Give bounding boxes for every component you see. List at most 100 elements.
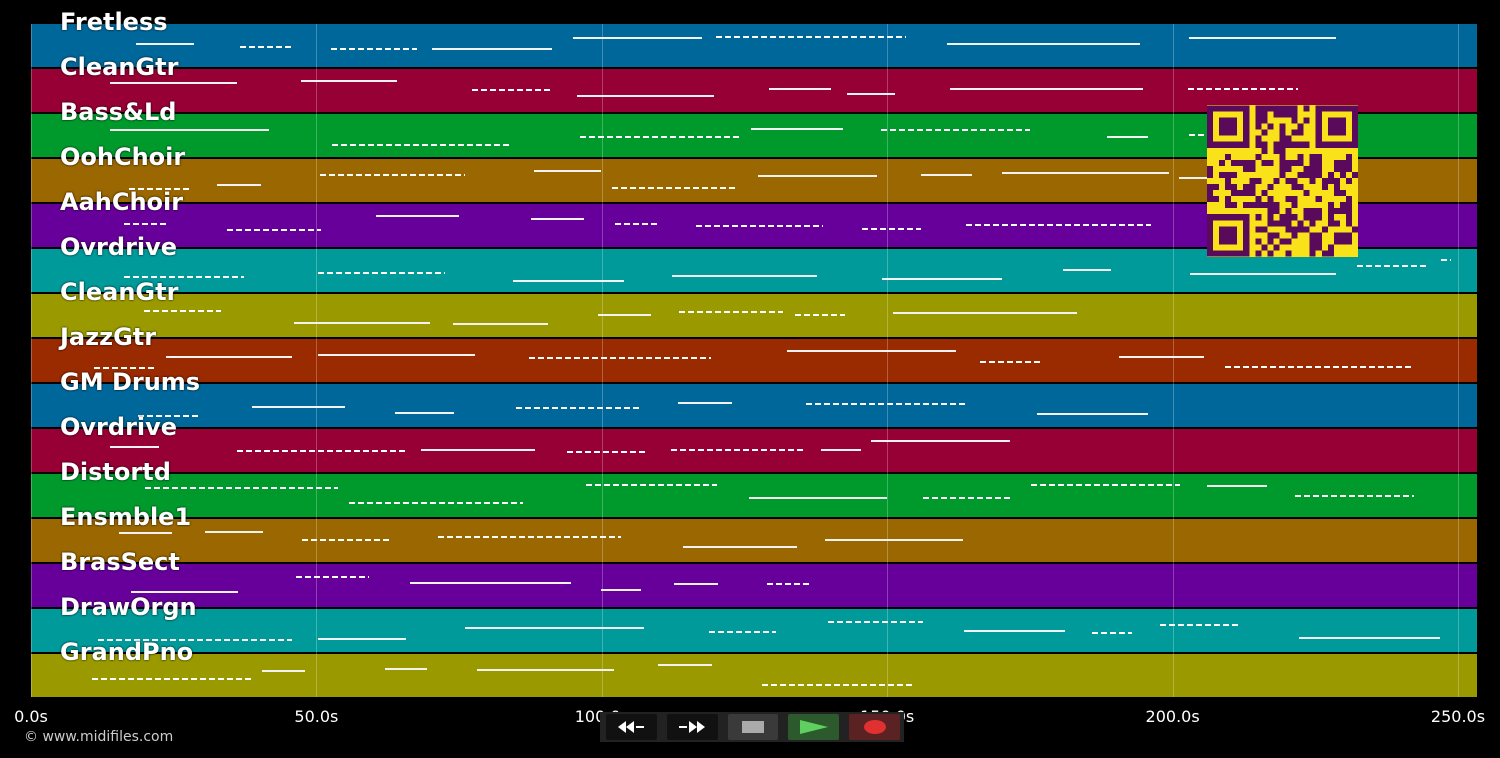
note-sequence <box>1187 88 1298 90</box>
note-sequence <box>597 314 652 316</box>
note-sequence <box>143 310 221 312</box>
track-label: Ensmble1 <box>60 503 192 531</box>
track-label: AahChoir <box>60 188 184 216</box>
note-sequence <box>673 583 719 585</box>
note-sequence <box>1357 265 1430 267</box>
note-sequence <box>678 311 784 313</box>
note-sequence <box>601 589 642 591</box>
note-sequence <box>1062 269 1111 271</box>
note-sequence <box>452 323 548 325</box>
note-sequence <box>1037 413 1148 415</box>
note-sequence <box>696 225 823 227</box>
note-sequence <box>1159 624 1239 626</box>
transport-controls <box>600 712 904 742</box>
note-sequence <box>332 144 510 146</box>
note-sequence <box>881 278 1002 280</box>
note-sequence <box>331 48 417 50</box>
track-lane[interactable] <box>31 564 1477 609</box>
fast-forward-button[interactable] <box>666 714 718 740</box>
note-sequence <box>1440 259 1451 261</box>
note-sequence <box>394 412 455 414</box>
note-sequence <box>1030 484 1181 486</box>
note-sequence <box>513 280 624 282</box>
note-sequence <box>124 223 166 225</box>
note-sequence <box>165 356 292 358</box>
piano-roll-view: Fretless CleanGtr Bass&Ld OohChoir AahChoir O… <box>0 0 1500 758</box>
note-sequence <box>612 187 738 189</box>
note-sequence <box>862 228 922 230</box>
note-sequence <box>464 627 644 629</box>
note-sequence <box>824 539 964 541</box>
track-lane[interactable] <box>31 24 1477 69</box>
rewind-button[interactable] <box>606 714 657 740</box>
note-sequence <box>572 37 703 39</box>
note-sequence <box>980 361 1042 363</box>
note-sequence <box>748 497 888 499</box>
track-label: CleanGtr <box>60 53 179 81</box>
note-sequence <box>110 446 159 448</box>
note-sequence <box>715 36 907 38</box>
note-sequence <box>1207 485 1267 487</box>
track-label: Ovrdrive <box>60 413 178 441</box>
track-lane[interactable] <box>31 339 1477 384</box>
note-sequence <box>580 136 740 138</box>
track-label: Bass&Ld <box>60 98 177 126</box>
note-sequence <box>294 322 431 324</box>
note-sequence <box>820 449 861 451</box>
note-sequence <box>657 664 713 666</box>
record-button[interactable] <box>849 714 900 740</box>
rewind-icon <box>618 721 645 733</box>
note-sequence <box>516 407 641 409</box>
track-label: DrawOrgn <box>60 593 197 621</box>
note-sequence <box>1298 637 1440 639</box>
track-lane[interactable] <box>31 429 1477 474</box>
time-tick-label: 200.0s <box>1145 707 1200 726</box>
note-sequence <box>682 546 798 548</box>
note-sequence <box>950 88 1144 90</box>
note-sequence <box>318 638 407 640</box>
note-sequence <box>319 174 466 176</box>
note-sequence <box>795 314 845 316</box>
gridline <box>1172 24 1174 697</box>
note-sequence <box>438 536 621 538</box>
track-label: OohChoir <box>60 143 186 171</box>
track-label: GrandPno <box>60 638 194 666</box>
note-sequence <box>1224 366 1412 368</box>
track-label: GM Drums <box>60 368 201 396</box>
note-sequence <box>237 450 408 452</box>
track-lane[interactable] <box>31 654 1477 699</box>
track-label: BrasSect <box>60 548 180 576</box>
track-lane[interactable] <box>31 474 1477 519</box>
time-tick-label: 0.0s <box>14 707 48 726</box>
track-lane[interactable] <box>31 384 1477 429</box>
record-icon <box>863 720 886 734</box>
note-sequence <box>1190 273 1336 275</box>
note-sequence <box>205 531 264 533</box>
note-sequence <box>376 215 459 217</box>
note-sequence <box>92 678 252 680</box>
note-sequence <box>533 170 601 172</box>
note-sequence <box>529 357 712 359</box>
track-lane[interactable] <box>31 519 1477 564</box>
track-lane[interactable] <box>31 609 1477 654</box>
note-sequence <box>766 583 810 585</box>
note-sequence <box>421 449 536 451</box>
track-label: CleanGtr <box>60 278 179 306</box>
gridline <box>31 24 32 697</box>
track-label: Fretless <box>60 8 168 36</box>
track-lane[interactable] <box>31 294 1477 339</box>
stop-button[interactable] <box>727 714 779 740</box>
note-sequence <box>751 128 844 130</box>
note-sequence <box>761 684 915 686</box>
note-sequence <box>1091 632 1133 634</box>
note-sequence <box>827 621 923 623</box>
note-sequence <box>261 670 305 672</box>
fast-forward-icon <box>679 721 706 733</box>
note-sequence <box>947 43 1141 45</box>
gridline <box>1458 24 1459 697</box>
note-sequence <box>1119 356 1204 358</box>
qr-code-image[interactable] <box>1207 105 1358 257</box>
copyright-text: © www.midifiles.com <box>24 729 174 745</box>
note-sequence <box>109 129 269 131</box>
play-button[interactable] <box>788 714 840 740</box>
